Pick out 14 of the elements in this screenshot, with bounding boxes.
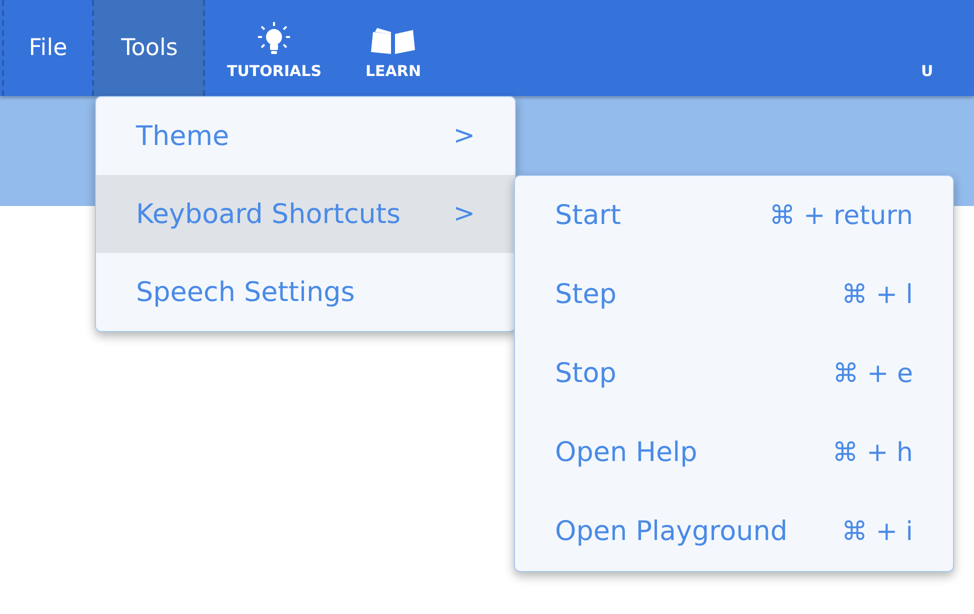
menu-item[interactable]: Step ⌘ + l bbox=[515, 255, 953, 334]
book-icon bbox=[369, 26, 418, 56]
menu-item[interactable]: Start ⌘ + return bbox=[515, 176, 953, 255]
menu-bar-item[interactable]: Tools bbox=[94, 0, 205, 96]
menu-item[interactable]: Open Playground ⌘ + i bbox=[515, 492, 953, 571]
menu-item[interactable]: Open Help ⌘ + h bbox=[515, 413, 953, 492]
menu-item[interactable]: Theme > bbox=[96, 97, 515, 175]
menu-item[interactable]: Keyboard Shortcuts > bbox=[96, 175, 515, 253]
menu-item[interactable]: Speech Settings bbox=[96, 253, 515, 331]
nav-link[interactable]: TUTORIALS bbox=[227, 0, 322, 96]
nav-link[interactable]: U bbox=[921, 0, 934, 96]
nav-link[interactable]: LEARN bbox=[366, 0, 422, 96]
lightbulb-icon bbox=[256, 22, 292, 56]
menu-item[interactable]: Stop ⌘ + e bbox=[515, 334, 953, 413]
